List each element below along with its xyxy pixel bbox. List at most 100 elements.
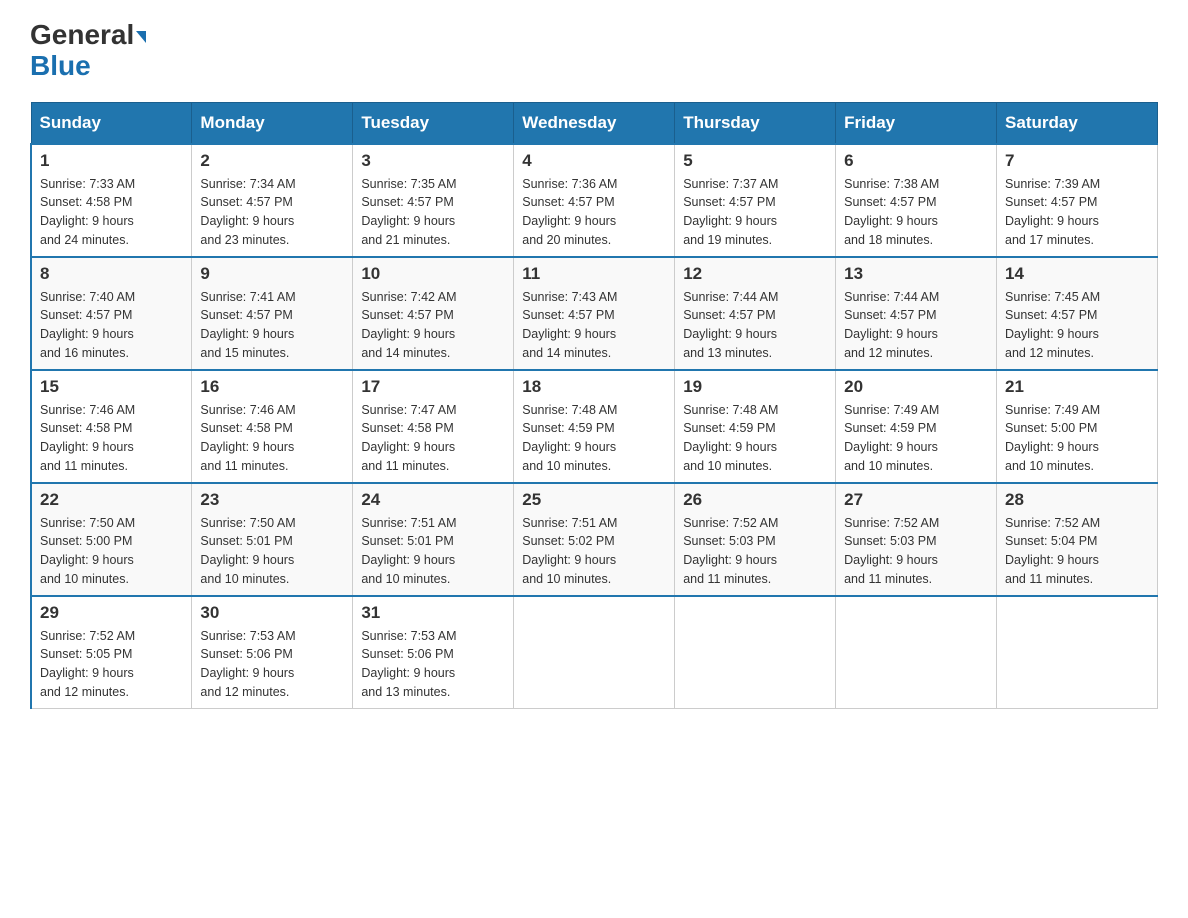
logo-text: General Blue — [30, 20, 146, 82]
day-info: Sunrise: 7:52 AM Sunset: 5:04 PM Dayligh… — [1005, 514, 1149, 589]
calendar-cell: 18 Sunrise: 7:48 AM Sunset: 4:59 PM Dayl… — [514, 370, 675, 483]
day-number: 21 — [1005, 377, 1149, 397]
calendar-cell: 26 Sunrise: 7:52 AM Sunset: 5:03 PM Dayl… — [675, 483, 836, 596]
calendar-cell: 27 Sunrise: 7:52 AM Sunset: 5:03 PM Dayl… — [836, 483, 997, 596]
calendar-cell: 30 Sunrise: 7:53 AM Sunset: 5:06 PM Dayl… — [192, 596, 353, 709]
calendar-cell — [836, 596, 997, 709]
calendar-cell: 15 Sunrise: 7:46 AM Sunset: 4:58 PM Dayl… — [31, 370, 192, 483]
day-info: Sunrise: 7:37 AM Sunset: 4:57 PM Dayligh… — [683, 175, 827, 250]
day-info: Sunrise: 7:41 AM Sunset: 4:57 PM Dayligh… — [200, 288, 344, 363]
day-number: 4 — [522, 151, 666, 171]
weekday-header-thursday: Thursday — [675, 102, 836, 144]
calendar-cell: 14 Sunrise: 7:45 AM Sunset: 4:57 PM Dayl… — [997, 257, 1158, 370]
calendar-cell: 28 Sunrise: 7:52 AM Sunset: 5:04 PM Dayl… — [997, 483, 1158, 596]
day-info: Sunrise: 7:51 AM Sunset: 5:02 PM Dayligh… — [522, 514, 666, 589]
day-info: Sunrise: 7:45 AM Sunset: 4:57 PM Dayligh… — [1005, 288, 1149, 363]
day-number: 16 — [200, 377, 344, 397]
weekday-header-monday: Monday — [192, 102, 353, 144]
day-number: 15 — [40, 377, 183, 397]
calendar-cell — [514, 596, 675, 709]
day-number: 1 — [40, 151, 183, 171]
calendar-cell: 2 Sunrise: 7:34 AM Sunset: 4:57 PM Dayli… — [192, 144, 353, 257]
day-number: 26 — [683, 490, 827, 510]
calendar-cell: 10 Sunrise: 7:42 AM Sunset: 4:57 PM Dayl… — [353, 257, 514, 370]
logo-general: General — [30, 19, 134, 50]
day-info: Sunrise: 7:46 AM Sunset: 4:58 PM Dayligh… — [200, 401, 344, 476]
weekday-header-friday: Friday — [836, 102, 997, 144]
day-number: 7 — [1005, 151, 1149, 171]
day-number: 23 — [200, 490, 344, 510]
day-info: Sunrise: 7:44 AM Sunset: 4:57 PM Dayligh… — [844, 288, 988, 363]
logo: General Blue — [30, 20, 146, 82]
weekday-header-saturday: Saturday — [997, 102, 1158, 144]
day-number: 12 — [683, 264, 827, 284]
calendar-cell: 5 Sunrise: 7:37 AM Sunset: 4:57 PM Dayli… — [675, 144, 836, 257]
calendar-cell: 20 Sunrise: 7:49 AM Sunset: 4:59 PM Dayl… — [836, 370, 997, 483]
day-number: 19 — [683, 377, 827, 397]
day-number: 6 — [844, 151, 988, 171]
calendar-cell — [675, 596, 836, 709]
calendar-cell: 8 Sunrise: 7:40 AM Sunset: 4:57 PM Dayli… — [31, 257, 192, 370]
day-number: 11 — [522, 264, 666, 284]
day-number: 29 — [40, 603, 183, 623]
day-info: Sunrise: 7:50 AM Sunset: 5:00 PM Dayligh… — [40, 514, 183, 589]
day-info: Sunrise: 7:51 AM Sunset: 5:01 PM Dayligh… — [361, 514, 505, 589]
calendar-cell: 31 Sunrise: 7:53 AM Sunset: 5:06 PM Dayl… — [353, 596, 514, 709]
day-number: 3 — [361, 151, 505, 171]
day-info: Sunrise: 7:40 AM Sunset: 4:57 PM Dayligh… — [40, 288, 183, 363]
day-info: Sunrise: 7:49 AM Sunset: 5:00 PM Dayligh… — [1005, 401, 1149, 476]
day-info: Sunrise: 7:52 AM Sunset: 5:05 PM Dayligh… — [40, 627, 183, 702]
day-info: Sunrise: 7:50 AM Sunset: 5:01 PM Dayligh… — [200, 514, 344, 589]
day-info: Sunrise: 7:36 AM Sunset: 4:57 PM Dayligh… — [522, 175, 666, 250]
day-number: 18 — [522, 377, 666, 397]
day-number: 10 — [361, 264, 505, 284]
day-number: 8 — [40, 264, 183, 284]
logo-blue: Blue — [30, 50, 91, 81]
calendar-cell: 29 Sunrise: 7:52 AM Sunset: 5:05 PM Dayl… — [31, 596, 192, 709]
calendar-cell: 22 Sunrise: 7:50 AM Sunset: 5:00 PM Dayl… — [31, 483, 192, 596]
day-number: 27 — [844, 490, 988, 510]
calendar-table: SundayMondayTuesdayWednesdayThursdayFrid… — [30, 102, 1158, 709]
page-header: General Blue — [30, 20, 1158, 82]
calendar-cell: 21 Sunrise: 7:49 AM Sunset: 5:00 PM Dayl… — [997, 370, 1158, 483]
calendar-cell: 7 Sunrise: 7:39 AM Sunset: 4:57 PM Dayli… — [997, 144, 1158, 257]
day-number: 30 — [200, 603, 344, 623]
day-info: Sunrise: 7:53 AM Sunset: 5:06 PM Dayligh… — [361, 627, 505, 702]
day-number: 9 — [200, 264, 344, 284]
day-info: Sunrise: 7:44 AM Sunset: 4:57 PM Dayligh… — [683, 288, 827, 363]
day-info: Sunrise: 7:34 AM Sunset: 4:57 PM Dayligh… — [200, 175, 344, 250]
day-number: 2 — [200, 151, 344, 171]
day-info: Sunrise: 7:52 AM Sunset: 5:03 PM Dayligh… — [683, 514, 827, 589]
day-info: Sunrise: 7:46 AM Sunset: 4:58 PM Dayligh… — [40, 401, 183, 476]
calendar-cell: 25 Sunrise: 7:51 AM Sunset: 5:02 PM Dayl… — [514, 483, 675, 596]
day-number: 13 — [844, 264, 988, 284]
day-number: 25 — [522, 490, 666, 510]
weekday-header-row: SundayMondayTuesdayWednesdayThursdayFrid… — [31, 102, 1158, 144]
calendar-cell: 4 Sunrise: 7:36 AM Sunset: 4:57 PM Dayli… — [514, 144, 675, 257]
calendar-cell: 24 Sunrise: 7:51 AM Sunset: 5:01 PM Dayl… — [353, 483, 514, 596]
calendar-cell: 13 Sunrise: 7:44 AM Sunset: 4:57 PM Dayl… — [836, 257, 997, 370]
calendar-cell: 19 Sunrise: 7:48 AM Sunset: 4:59 PM Dayl… — [675, 370, 836, 483]
week-row-4: 22 Sunrise: 7:50 AM Sunset: 5:00 PM Dayl… — [31, 483, 1158, 596]
day-info: Sunrise: 7:38 AM Sunset: 4:57 PM Dayligh… — [844, 175, 988, 250]
day-info: Sunrise: 7:43 AM Sunset: 4:57 PM Dayligh… — [522, 288, 666, 363]
day-info: Sunrise: 7:35 AM Sunset: 4:57 PM Dayligh… — [361, 175, 505, 250]
weekday-header-wednesday: Wednesday — [514, 102, 675, 144]
day-info: Sunrise: 7:42 AM Sunset: 4:57 PM Dayligh… — [361, 288, 505, 363]
calendar-cell: 17 Sunrise: 7:47 AM Sunset: 4:58 PM Dayl… — [353, 370, 514, 483]
calendar-cell: 12 Sunrise: 7:44 AM Sunset: 4:57 PM Dayl… — [675, 257, 836, 370]
day-number: 31 — [361, 603, 505, 623]
week-row-1: 1 Sunrise: 7:33 AM Sunset: 4:58 PM Dayli… — [31, 144, 1158, 257]
calendar-cell: 3 Sunrise: 7:35 AM Sunset: 4:57 PM Dayli… — [353, 144, 514, 257]
day-info: Sunrise: 7:48 AM Sunset: 4:59 PM Dayligh… — [522, 401, 666, 476]
logo-triangle-icon — [136, 31, 146, 43]
day-info: Sunrise: 7:52 AM Sunset: 5:03 PM Dayligh… — [844, 514, 988, 589]
weekday-header-tuesday: Tuesday — [353, 102, 514, 144]
day-number: 24 — [361, 490, 505, 510]
week-row-3: 15 Sunrise: 7:46 AM Sunset: 4:58 PM Dayl… — [31, 370, 1158, 483]
day-info: Sunrise: 7:48 AM Sunset: 4:59 PM Dayligh… — [683, 401, 827, 476]
day-number: 22 — [40, 490, 183, 510]
calendar-cell: 16 Sunrise: 7:46 AM Sunset: 4:58 PM Dayl… — [192, 370, 353, 483]
day-number: 5 — [683, 151, 827, 171]
day-number: 17 — [361, 377, 505, 397]
